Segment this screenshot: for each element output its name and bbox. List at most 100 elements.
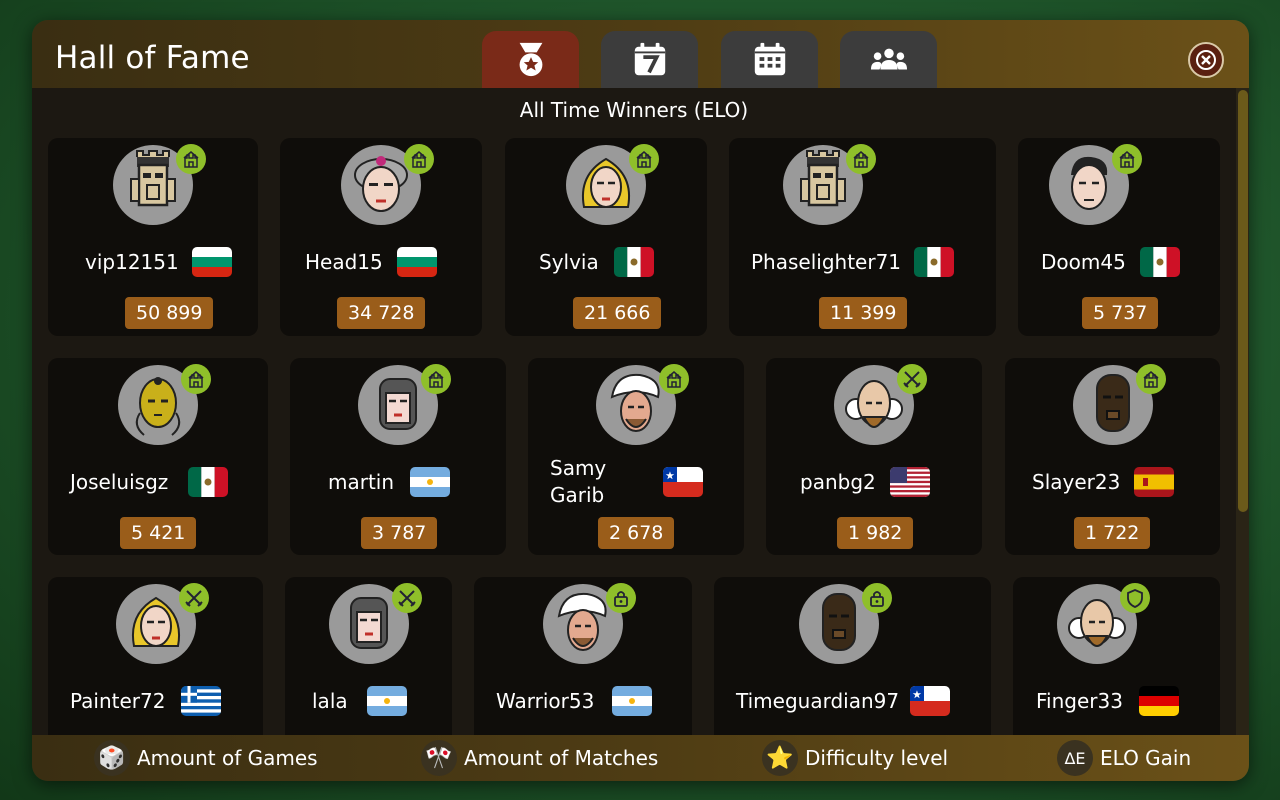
flag-bulgaria	[192, 247, 232, 277]
status-badge	[421, 364, 451, 394]
player-card[interactable]: vip12151 50 899	[48, 138, 258, 336]
player-name: Timeguardian97	[736, 689, 900, 713]
legend-elo-gain: ΔE ELO Gain	[1057, 739, 1191, 777]
player-card[interactable]: panbg2 1 982	[766, 358, 982, 555]
flag-mexico-icon	[188, 467, 228, 497]
dialog-title: Hall of Fame	[55, 40, 250, 76]
shield-icon	[1127, 589, 1143, 608]
legend-games-label: Amount of Games	[137, 746, 318, 770]
legend-matches-label: Amount of Matches	[464, 746, 659, 770]
calendar-grid-icon	[754, 42, 785, 76]
elo-score: 21 666	[573, 297, 662, 329]
status-badge	[629, 144, 659, 174]
flag-mexico-icon	[1140, 247, 1180, 277]
castle-icon	[188, 371, 204, 388]
elo-score: 5 421	[120, 517, 197, 549]
flag-bulgaria-icon	[192, 247, 232, 277]
winners-list[interactable]: All Time Winners (ELO) vip12151 50 899 Hea…	[32, 88, 1249, 735]
player-name: Sylvia	[539, 250, 599, 274]
legend-difficulty-label: Difficulty level	[805, 746, 949, 770]
flag-argentina-icon	[612, 686, 652, 716]
legend-bar: 🎲 Amount of Games 🎌 Amount of Matches ⭐ …	[32, 735, 1249, 781]
dialog-header: Hall of Fame	[32, 20, 1249, 89]
scrollbar-thumb[interactable]	[1238, 90, 1248, 512]
player-card[interactable]: Warrior53	[474, 577, 692, 735]
list-subtitle: All Time Winners (ELO)	[519, 98, 749, 122]
flag-argentina	[367, 686, 407, 716]
medal-star-icon	[519, 42, 542, 77]
flag-argentina-icon	[410, 467, 450, 497]
close-button[interactable]	[1188, 42, 1224, 78]
player-name: panbg2	[800, 470, 876, 494]
tab-all-time[interactable]	[482, 31, 579, 89]
player-card[interactable]: Samy Garib 2 678	[528, 358, 744, 555]
flag-greece-icon	[181, 686, 221, 716]
player-name: Head15	[305, 250, 383, 274]
flag-mexico-icon	[914, 247, 954, 277]
tab-monthly[interactable]	[721, 31, 818, 89]
status-badge	[897, 364, 927, 394]
player-card[interactable]: lala	[285, 577, 452, 735]
player-card[interactable]: Head15 34 728	[280, 138, 482, 336]
status-badge	[846, 144, 876, 174]
flag-mexico	[1140, 247, 1180, 277]
castle-icon	[1143, 371, 1159, 388]
flag-usa	[890, 467, 930, 497]
player-name: lala	[312, 689, 348, 713]
status-badge	[392, 583, 422, 613]
flag-greece	[181, 686, 221, 716]
player-card[interactable]: Painter72	[48, 577, 263, 735]
flag-spain	[1134, 467, 1174, 497]
flag-mexico	[614, 247, 654, 277]
elo-gain-icon: ΔE	[1057, 740, 1093, 776]
flag-mexico-icon	[614, 247, 654, 277]
star-icon: ⭐	[762, 740, 798, 776]
player-name: Warrior53	[496, 689, 595, 713]
player-card[interactable]: Slayer23 1 722	[1005, 358, 1220, 555]
player-name: Slayer23	[1032, 470, 1121, 494]
tab-friends[interactable]	[840, 31, 937, 89]
flag-bulgaria-icon	[397, 247, 437, 277]
player-card[interactable]: Doom45 5 737	[1018, 138, 1220, 336]
player-name: Phaselighter71	[751, 250, 902, 274]
castle-icon	[666, 371, 682, 388]
swords-icon	[903, 371, 921, 388]
close-icon	[1196, 50, 1216, 70]
player-card[interactable]: Sylvia 21 666	[505, 138, 707, 336]
status-badge	[176, 144, 206, 174]
player-card[interactable]: Timeguardian97	[714, 577, 991, 735]
player-card[interactable]: Joseluisgz 5 421	[48, 358, 268, 555]
player-name: martin	[328, 470, 395, 494]
tab-weekly[interactable]	[601, 31, 698, 89]
status-badge	[606, 583, 636, 613]
elo-score: 5 737	[1082, 297, 1159, 329]
legend-matches: 🎌 Amount of Matches	[421, 739, 658, 777]
player-card[interactable]: Phaselighter71 11 399	[729, 138, 996, 336]
flag-germany-icon	[1139, 686, 1179, 716]
status-badge	[179, 583, 209, 613]
player-name: Painter72	[70, 689, 166, 713]
castle-icon	[853, 151, 869, 168]
legend-difficulty: ⭐ Difficulty level	[762, 739, 948, 777]
flag-argentina-icon	[367, 686, 407, 716]
status-badge	[404, 144, 434, 174]
player-name: Samy Garib	[550, 456, 607, 507]
status-badge	[862, 583, 892, 613]
status-badge	[1136, 364, 1166, 394]
elo-score: 3 787	[361, 517, 438, 549]
flag-mexico	[188, 467, 228, 497]
status-badge	[1120, 583, 1150, 613]
crossed-flags-icon: 🎌	[421, 740, 457, 776]
elo-score: 50 899	[125, 297, 214, 329]
calendar-7-icon	[634, 42, 665, 76]
player-card[interactable]: Finger33	[1013, 577, 1220, 735]
dice-icon: 🎲	[94, 740, 130, 776]
flag-usa-icon	[890, 467, 930, 497]
flag-chile	[910, 686, 950, 716]
player-name: Joseluisgz	[70, 470, 169, 494]
player-name: vip12151	[85, 250, 179, 274]
castle-icon	[428, 371, 444, 388]
status-badge	[1112, 144, 1142, 174]
legend-elo-gain-label: ELO Gain	[1100, 746, 1192, 770]
player-card[interactable]: martin 3 787	[290, 358, 506, 555]
